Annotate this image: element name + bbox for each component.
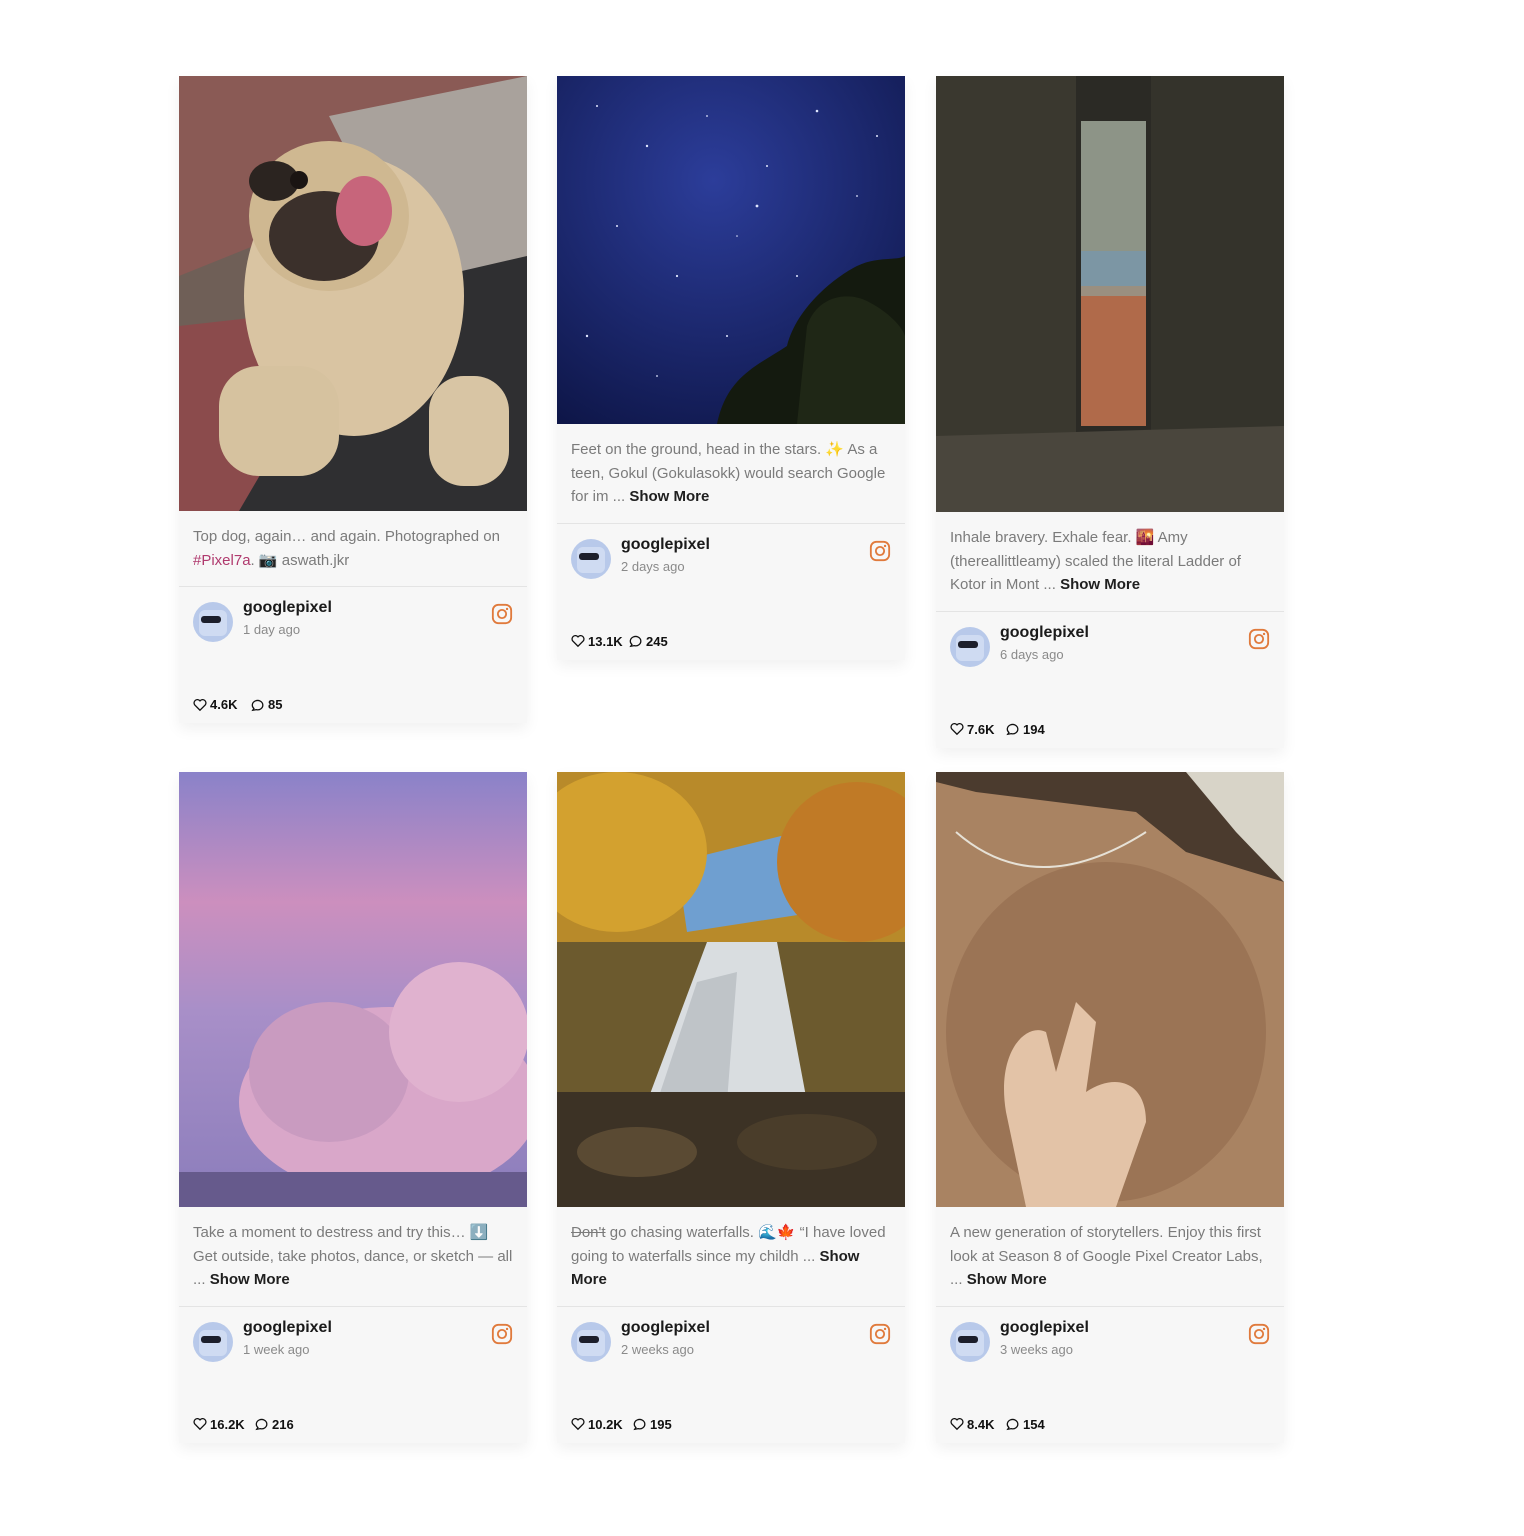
post-caption: Don't go chasing waterfalls. 🌊🍁 “I have …: [557, 1207, 905, 1307]
post-author: googlepixel 1 day ago: [179, 587, 527, 659]
avatar[interactable]: [950, 1321, 990, 1362]
comment-count: 195: [650, 1416, 672, 1432]
post-stats: 7.6K 194: [936, 684, 1284, 748]
likes[interactable]: 8.4K: [950, 1417, 994, 1432]
comment-icon: [633, 1418, 646, 1431]
heart-icon: [950, 723, 964, 736]
heart-icon: [571, 635, 585, 648]
post-card: A new generation of storytellers. Enjoy …: [936, 772, 1284, 1443]
like-count: 10.2K: [588, 1416, 623, 1432]
avatar[interactable]: [193, 1321, 233, 1362]
post-stats: 10.2K 195: [557, 1379, 905, 1443]
post-caption: Take a moment to destress and try this… …: [179, 1207, 527, 1307]
heart-icon: [950, 1418, 964, 1431]
instagram-icon[interactable]: [491, 1323, 513, 1345]
post-author: googlepixel 2 days ago: [557, 524, 905, 596]
avatar[interactable]: [950, 626, 990, 667]
post-stats: 8.4K 154: [936, 1379, 1284, 1443]
post-time: 1 day ago: [243, 622, 301, 637]
comments[interactable]: 194: [1006, 722, 1045, 737]
show-more-link[interactable]: Show More: [967, 1271, 1047, 1288]
comments[interactable]: 85: [251, 697, 282, 712]
post-photo-night-sky[interactable]: [557, 76, 905, 424]
author-name[interactable]: googlepixel: [621, 536, 710, 554]
likes[interactable]: 4.6K: [193, 697, 237, 712]
post-time: 1 week ago: [243, 1341, 310, 1357]
instagram-icon[interactable]: [869, 1323, 891, 1345]
post-caption: Top dog, again… and again. Photographed …: [179, 511, 527, 587]
comment-icon: [255, 1418, 268, 1431]
post-card: Don't go chasing waterfalls. 🌊🍁 “I have …: [557, 772, 905, 1443]
post-stats: 16.2K 216: [179, 1379, 527, 1443]
likes[interactable]: 13.1K: [571, 634, 623, 649]
heart-icon: [193, 1418, 207, 1431]
likes[interactable]: 16.2K: [193, 1417, 245, 1432]
show-more-link[interactable]: Show More: [1060, 576, 1140, 593]
avatar[interactable]: [571, 538, 611, 579]
post-author: googlepixel 6 days ago: [936, 612, 1284, 684]
author-name[interactable]: googlepixel: [621, 1319, 710, 1337]
show-more-link[interactable]: Show More: [629, 488, 709, 505]
post-stats: 4.6K 85: [179, 659, 527, 723]
post-author: googlepixel 3 weeks ago: [936, 1307, 1284, 1379]
like-count: 7.6K: [967, 721, 995, 737]
post-card: Top dog, again… and again. Photographed …: [179, 76, 527, 723]
comments[interactable]: 245: [629, 634, 668, 649]
heart-icon: [193, 698, 207, 711]
post-time: 2 days ago: [621, 558, 685, 574]
comment-icon: [1006, 723, 1019, 736]
post-caption: A new generation of storytellers. Enjoy …: [936, 1207, 1284, 1307]
post-author: googlepixel 2 weeks ago: [557, 1307, 905, 1379]
comment-count: 154: [1023, 1416, 1045, 1432]
post-time: 3 weeks ago: [1000, 1341, 1073, 1357]
post-photo-hand[interactable]: [936, 772, 1284, 1207]
author-name[interactable]: googlepixel: [243, 599, 332, 617]
author-name[interactable]: googlepixel: [243, 1319, 332, 1337]
like-count: 8.4K: [967, 1416, 995, 1432]
avatar[interactable]: [193, 602, 233, 642]
post-photo-clouds[interactable]: [179, 772, 527, 1207]
post-time: 2 weeks ago: [621, 1341, 694, 1357]
comments[interactable]: 195: [633, 1417, 672, 1432]
post-photo-waterfall[interactable]: [557, 772, 905, 1207]
like-count: 16.2K: [210, 1416, 245, 1432]
post-stats: 13.1K 245: [557, 596, 905, 660]
instagram-icon[interactable]: [1248, 1323, 1270, 1345]
comment-count: 194: [1023, 721, 1045, 737]
author-name[interactable]: googlepixel: [1000, 1319, 1089, 1337]
instagram-icon[interactable]: [1248, 628, 1270, 650]
comment-icon: [251, 699, 264, 711]
post-card: Inhale bravery. Exhale fear. 🌇 Amy (ther…: [936, 76, 1284, 748]
post-photo-stone-window[interactable]: [936, 76, 1284, 512]
comment-count: 216: [272, 1416, 294, 1432]
heart-icon: [571, 1418, 585, 1431]
comment-icon: [629, 635, 642, 648]
post-card: Take a moment to destress and try this… …: [179, 772, 527, 1443]
like-count: 13.1K: [588, 633, 623, 649]
author-name[interactable]: googlepixel: [1000, 624, 1089, 642]
comment-icon: [1006, 1418, 1019, 1431]
comment-count: 85: [268, 697, 283, 712]
comments[interactable]: 216: [255, 1417, 294, 1432]
post-caption: Feet on the ground, head in the stars. ✨…: [557, 424, 905, 524]
post-author: googlepixel 1 week ago: [179, 1307, 527, 1379]
post-caption: Inhale bravery. Exhale fear. 🌇 Amy (ther…: [936, 512, 1284, 612]
post-card: Feet on the ground, head in the stars. ✨…: [557, 76, 905, 660]
post-photo-pug[interactable]: [179, 76, 527, 511]
likes[interactable]: 7.6K: [950, 722, 994, 737]
instagram-icon[interactable]: [869, 540, 891, 562]
hashtag-link[interactable]: #Pixel7a: [193, 552, 251, 569]
comments[interactable]: 154: [1006, 1417, 1045, 1432]
instagram-icon[interactable]: [491, 603, 513, 625]
like-count: 4.6K: [210, 697, 238, 712]
post-time: 6 days ago: [1000, 646, 1064, 662]
avatar[interactable]: [571, 1321, 611, 1362]
likes[interactable]: 10.2K: [571, 1417, 623, 1432]
show-more-link[interactable]: Show More: [210, 1271, 290, 1288]
comment-count: 245: [646, 633, 668, 649]
